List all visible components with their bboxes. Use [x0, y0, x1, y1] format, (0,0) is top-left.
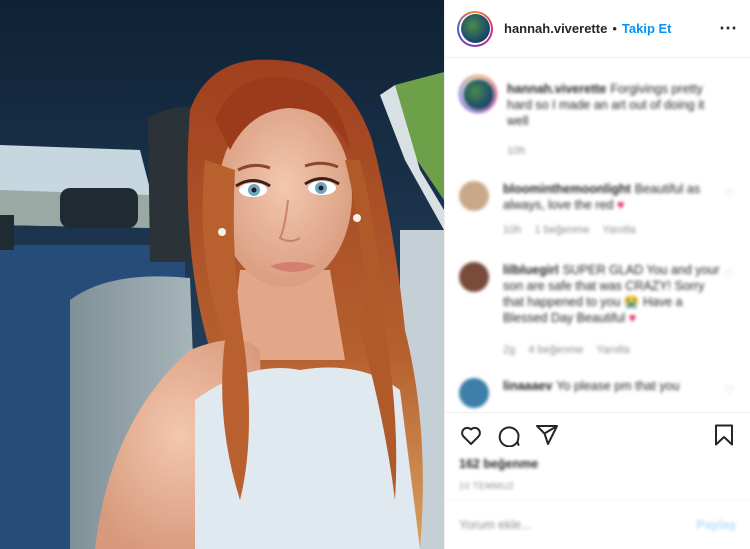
share-icon[interactable]: [535, 423, 559, 447]
header-username[interactable]: hannah.viverette: [504, 21, 607, 36]
comment-avatar[interactable]: [459, 262, 489, 292]
selfie-image: [0, 0, 444, 549]
caption-username[interactable]: hannah.viverette: [507, 82, 606, 96]
caption-time[interactable]: 10h: [507, 145, 525, 157]
avatar-image: [460, 14, 490, 43]
comment-username[interactable]: linaaaev: [503, 379, 552, 393]
comment-item: lilbluegirl SUPER GLAD You and your son a…: [459, 262, 736, 358]
heart-icon[interactable]: [459, 423, 483, 447]
separator-dot: •: [612, 21, 617, 36]
heart-emoji: ♥: [628, 311, 637, 325]
post-photo[interactable]: [0, 0, 444, 549]
more-icon[interactable]: ⋯: [719, 18, 738, 39]
reply-button[interactable]: Yanıtla: [596, 344, 629, 356]
add-comment-bar: Yorum ekle... Paylaş: [445, 500, 750, 549]
caption-avatar[interactable]: [459, 75, 497, 113]
caption: hannah.viverette Forgivings pretty hard s…: [459, 75, 736, 159]
comment-like-icon[interactable]: ♡: [724, 187, 734, 200]
comment-avatar[interactable]: [459, 181, 489, 211]
follow-button[interactable]: Takip Et: [622, 21, 672, 36]
post-header: hannah.viverette • Takip Et ⋯: [445, 0, 750, 58]
action-bar: 162 beğenme 10 TEMMUZ: [445, 412, 750, 491]
heart-emoji: ♥: [616, 198, 625, 212]
comment-like-icon[interactable]: ♡: [724, 384, 734, 397]
post-date[interactable]: 10 TEMMUZ: [459, 481, 736, 491]
bookmark-icon[interactable]: [712, 423, 736, 447]
avatar[interactable]: [457, 10, 493, 47]
comments-list[interactable]: hannah.viverette Forgivings pretty hard s…: [445, 58, 750, 410]
post-side-panel: hannah.viverette • Takip Et ⋯ hannah.viv…: [444, 0, 750, 549]
comment-icon[interactable]: [497, 423, 521, 447]
comment-input[interactable]: Yorum ekle...: [459, 518, 532, 532]
comment-username[interactable]: lilbluegirl: [503, 263, 559, 277]
comment-username[interactable]: bloominthemoonlight: [503, 182, 631, 196]
reply-button[interactable]: Yanıtla: [602, 224, 635, 236]
comment-text: Yo please pm that you: [556, 379, 680, 393]
comment-time[interactable]: 10h: [503, 224, 521, 236]
comment-likes[interactable]: 1 beğenme: [534, 224, 589, 236]
comment-avatar[interactable]: [459, 378, 489, 408]
comment-like-icon[interactable]: ♡: [724, 268, 734, 281]
comment-likes[interactable]: 4 beğenme: [528, 344, 583, 356]
post-comment-button[interactable]: Paylaş: [696, 518, 736, 532]
comment-time[interactable]: 2g: [503, 344, 515, 356]
likes-count[interactable]: 162 beğenme: [459, 457, 736, 471]
comment-item: linaaaev Yo please pm that you ♡: [459, 378, 736, 408]
comment-item: bloominthemoonlight Beautiful as always, …: [459, 181, 736, 238]
